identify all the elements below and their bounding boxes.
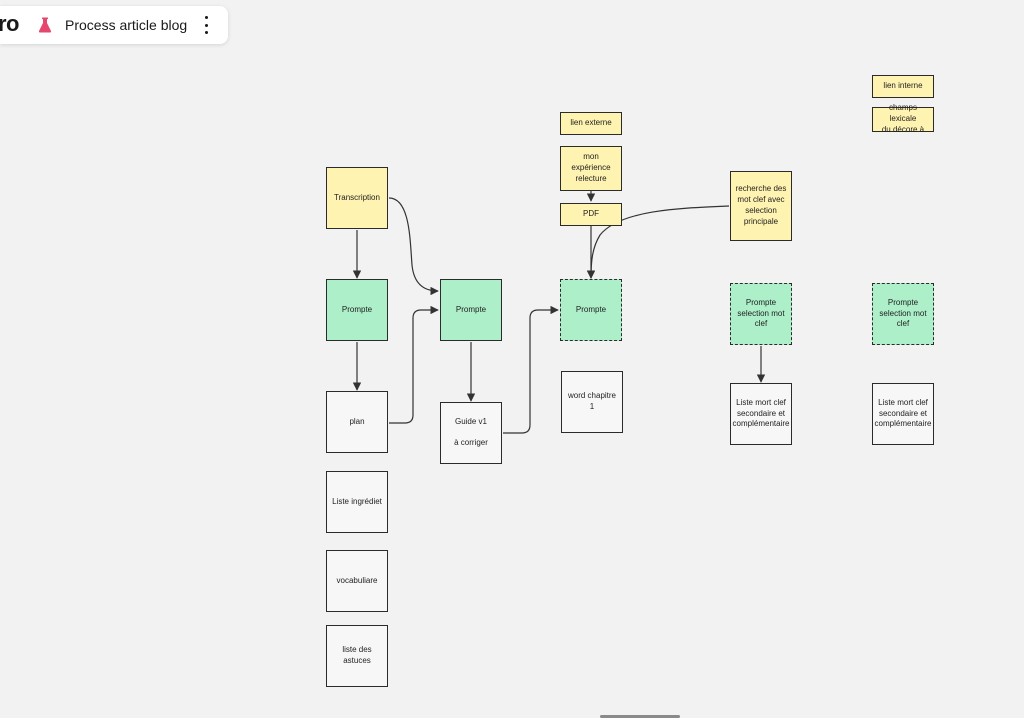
card-label: vocabuliare — [336, 575, 378, 585]
card-label: Liste ingrédiet — [332, 496, 382, 506]
sticky-label: recherche des mot clef avec selection pr… — [735, 184, 787, 226]
sticky-recherche-mot-clef[interactable]: recherche des mot clef avec selection pr… — [730, 171, 792, 241]
sticky-lien-externe[interactable]: lien externe — [560, 112, 622, 135]
sticky-prompte-2[interactable]: Prompte — [440, 279, 502, 341]
card-label: plan — [349, 416, 365, 426]
sticky-label: lien interne — [883, 81, 923, 91]
sticky-label: lien externe — [570, 118, 612, 128]
sticky-lien-interne[interactable]: lien interne — [872, 75, 934, 98]
sticky-label: PDF — [583, 209, 599, 219]
card-label: Liste mort clef secondaire et complément… — [874, 397, 932, 429]
sticky-pdf[interactable]: PDF — [560, 203, 622, 226]
more-vertical-icon[interactable] — [198, 14, 214, 36]
card-label: liste des astuces — [342, 645, 372, 665]
sticky-label: Prompte selection mot clef — [737, 297, 785, 329]
card-liste-mot-clef-2[interactable]: Liste mort clef secondaire et complément… — [872, 383, 934, 445]
sticky-prompte-selection-2[interactable]: Prompte selection mot clef — [872, 283, 934, 345]
connector-layer — [352, 191, 766, 434]
card-liste-mot-clef-1[interactable]: Liste mort clef secondaire et complément… — [730, 383, 792, 445]
sticky-label: Prompte — [575, 304, 607, 314]
app-logo[interactable]: ro — [0, 11, 20, 37]
card-label: word chapitre 1 — [567, 391, 617, 411]
flask-icon — [38, 17, 52, 33]
sticky-label: Prompte — [341, 304, 373, 314]
sticky-label: Transcription — [334, 192, 380, 202]
sticky-prompte-3[interactable]: Prompte — [560, 279, 622, 341]
card-word-chapitre[interactable]: word chapitre 1 — [561, 371, 623, 433]
connector-plan-prompte2 — [389, 305, 439, 424]
board-title[interactable]: Process article blog — [65, 17, 187, 33]
sticky-champs-lexicale[interactable]: champs lexicale du décore à — [872, 103, 934, 134]
card-label: Guide v1 à corriger — [454, 416, 488, 448]
sticky-transcription[interactable]: Transcription — [326, 167, 388, 229]
sticky-label: champs lexicale du décore à — [881, 103, 925, 134]
card-label: Liste mort clef secondaire et complément… — [732, 397, 790, 429]
sticky-label: Prompte — [455, 304, 487, 314]
card-liste-ingrediet[interactable]: Liste ingrédiet — [326, 471, 388, 533]
sticky-label: mon expérience relecture — [571, 152, 611, 183]
sticky-prompte-1[interactable]: Prompte — [326, 279, 388, 341]
card-vocabuliare[interactable]: vocabuliare — [326, 550, 388, 612]
card-liste-astuces[interactable]: liste des astuces — [326, 625, 388, 687]
sticky-mon-experience[interactable]: mon expérience relecture — [560, 146, 622, 191]
board-header: ro Process article blog — [0, 6, 228, 44]
connector-transcription-prompte2 — [388, 197, 439, 296]
card-guide-v1[interactable]: Guide v1 à corriger — [440, 402, 502, 464]
card-plan[interactable]: plan — [326, 391, 388, 453]
sticky-label: Prompte selection mot clef — [879, 297, 927, 329]
sticky-prompte-selection-1[interactable]: Prompte selection mot clef — [730, 283, 792, 345]
connector-guide-prompte3 — [503, 305, 559, 434]
